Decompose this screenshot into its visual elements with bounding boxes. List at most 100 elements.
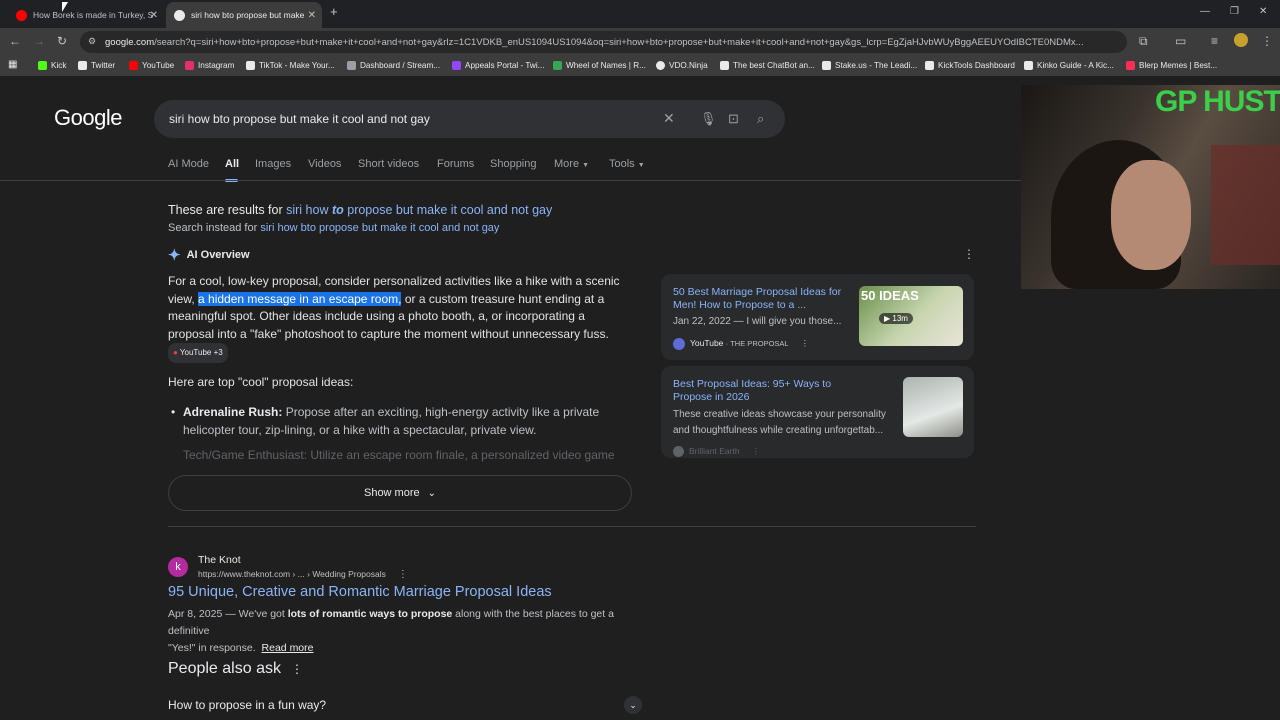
- bookmark-wheel-of-names[interactable]: Wheel of Names | R...: [553, 61, 646, 70]
- tab-strip: How Borek is made in Turkey, S ✕ siri ho…: [0, 0, 1280, 28]
- reload-icon[interactable]: ↻: [57, 34, 67, 48]
- mouse-cursor-icon: [62, 2, 68, 12]
- search-query[interactable]: siri how bto propose but make it cool an…: [169, 112, 430, 126]
- bookmark-kicktools[interactable]: KickTools Dashboard: [925, 61, 1015, 70]
- tab-short-videos[interactable]: Short videos: [358, 158, 419, 170]
- result-site-name[interactable]: The Knot: [198, 554, 241, 566]
- search-icon[interactable]: ⌕: [757, 111, 764, 127]
- address-bar[interactable]: ⚙ google.com/search?q=siri+how+bto+propo…: [80, 31, 1127, 53]
- chevron-down-icon: ▼: [637, 162, 645, 169]
- more-options-icon[interactable]: ⋮: [398, 569, 408, 580]
- microphone-icon[interactable]: 🎙︎: [700, 111, 717, 127]
- chevron-down-icon[interactable]: ⌄: [624, 696, 642, 714]
- wheel-icon: [553, 61, 562, 70]
- browser-tab-2[interactable]: siri how bto propose but make ✕: [166, 2, 322, 28]
- twitch-icon: [452, 61, 461, 70]
- lens-icon[interactable]: ⊡: [728, 111, 739, 127]
- result-title-link[interactable]: 95 Unique, Creative and Romantic Marriag…: [168, 584, 552, 600]
- bookmark-blerp[interactable]: Blerp Memes | Best...: [1126, 61, 1217, 70]
- site-info-icon[interactable]: ⚙: [88, 36, 96, 47]
- streamer-face: [1111, 160, 1191, 270]
- ai-overview-menu-icon[interactable]: ⋮: [963, 247, 975, 261]
- chatbot-icon: [720, 61, 729, 70]
- list-item: • Adrenaline Rush: Propose after an exci…: [171, 405, 600, 437]
- result-snippet: Apr 8, 2025 — We've got lots of romantic…: [168, 608, 614, 654]
- tab-all[interactable]: All: [225, 158, 239, 170]
- video-source-card[interactable]: 50 Best Marriage Proposal Ideas for Men!…: [661, 274, 974, 360]
- card-snippet: Jan 22, 2022 — I will give you those...: [673, 316, 842, 327]
- corrected-query-link[interactable]: siri how to propose but make it cool and…: [286, 203, 552, 217]
- tab-close-icon[interactable]: ✕: [308, 10, 316, 21]
- more-options-icon[interactable]: ⋮: [752, 444, 761, 460]
- menu-icon[interactable]: ⋮: [1261, 34, 1273, 48]
- divider: [168, 526, 976, 527]
- profile-avatar[interactable]: [1234, 33, 1248, 47]
- google-favicon-icon: [174, 9, 185, 21]
- card-snippet: These creative ideas showcase your perso…: [673, 409, 886, 420]
- source-chip[interactable]: ● YouTube +3: [168, 343, 228, 363]
- more-options-icon[interactable]: ⋮: [291, 662, 303, 676]
- kick-icon: [38, 61, 47, 70]
- paa-question[interactable]: How to propose in a fun way? ⌄: [168, 696, 648, 716]
- minimize-icon[interactable]: —: [1200, 6, 1210, 17]
- tab-shopping[interactable]: Shopping: [490, 158, 537, 170]
- clear-icon[interactable]: ✕: [663, 110, 675, 127]
- bookmark-dashboard[interactable]: Dashboard / Stream...: [347, 61, 440, 70]
- instagram-icon: [185, 61, 194, 70]
- extensions-icon[interactable]: ⧉: [1139, 34, 1148, 49]
- card-snippet: and thoughtfulness while creating unforg…: [673, 425, 884, 436]
- duration-badge: ▶ 13m: [879, 313, 913, 324]
- result-url[interactable]: https://www.theknot.com › ... › Wedding …: [198, 569, 408, 580]
- show-more-button[interactable]: Show more ⌄: [168, 475, 632, 511]
- maximize-icon[interactable]: ❐: [1230, 6, 1239, 17]
- youtube-favicon-icon: [16, 9, 27, 21]
- bookmark-youtube[interactable]: YouTube: [129, 61, 174, 70]
- tab-tools[interactable]: Tools ▼: [609, 158, 645, 170]
- new-tab-button[interactable]: +: [330, 4, 338, 19]
- url-path: /search?q=siri+how+bto+propose+but+make+…: [154, 36, 1084, 48]
- article-thumbnail[interactable]: [903, 377, 963, 437]
- channel-brand-text: GP HUSTLA: [1155, 85, 1280, 118]
- tab-forums[interactable]: Forums: [437, 158, 474, 170]
- more-options-icon[interactable]: ⋮: [801, 336, 810, 352]
- bookmark-twitter[interactable]: Twitter: [78, 61, 115, 70]
- ai-sparkle-icon: ✦: [168, 247, 181, 264]
- search-instead: Search instead for siri how bto propose …: [168, 222, 500, 234]
- webcam-overlay: GP HUSTLA: [1021, 85, 1280, 289]
- article-source-card[interactable]: Best Proposal Ideas: 95+ Ways to Propose…: [661, 366, 974, 458]
- people-also-ask-heading: People also ask ⋮: [168, 660, 303, 677]
- browser-tab-1[interactable]: How Borek is made in Turkey, S ✕: [8, 2, 164, 28]
- ai-overview-header: ✦ AI Overview: [168, 247, 250, 264]
- bookmark-stake[interactable]: Stake.us - The Leadi...: [822, 61, 917, 70]
- bookmark-tiktok[interactable]: TikTok - Make Your...: [246, 61, 335, 70]
- tab-ai-mode[interactable]: AI Mode: [168, 158, 209, 170]
- bookmark-instagram[interactable]: Instagram: [185, 61, 234, 70]
- card-title[interactable]: Best Proposal Ideas: 95+ Ways to Propose…: [673, 378, 863, 404]
- apps-grid-icon[interactable]: ▦: [8, 59, 17, 70]
- spelling-correction: These are results for siri how to propos…: [168, 203, 553, 217]
- back-icon[interactable]: ←: [9, 34, 21, 48]
- tab-images[interactable]: Images: [255, 158, 291, 170]
- bookmark-kick[interactable]: Kick: [38, 61, 66, 70]
- media-icon[interactable]: ≡: [1211, 34, 1218, 48]
- dashboard-icon: [347, 61, 356, 70]
- blerp-icon: [1126, 61, 1135, 70]
- read-more-link[interactable]: Read more: [262, 642, 314, 654]
- card-title[interactable]: 50 Best Marriage Proposal Ideas for Men!…: [673, 286, 848, 312]
- tab-videos[interactable]: Videos: [308, 158, 341, 170]
- tab-close-icon[interactable]: ✕: [150, 10, 158, 21]
- forward-icon[interactable]: →: [33, 34, 45, 48]
- cast-icon[interactable]: ▭: [1175, 34, 1186, 48]
- google-logo[interactable]: Google: [54, 105, 122, 131]
- bookmark-vdo-ninja[interactable]: VDO.Ninja: [656, 61, 708, 70]
- chevron-down-icon: ⌄: [427, 487, 437, 499]
- bookmark-appeals[interactable]: Appeals Portal - Twi...: [452, 61, 544, 70]
- search-box[interactable]: siri how bto propose but make it cool an…: [154, 100, 785, 138]
- close-window-icon[interactable]: ✕: [1259, 6, 1267, 17]
- original-query-link[interactable]: siri how bto propose but make it cool an…: [260, 222, 499, 234]
- bookmark-chatbot[interactable]: The best ChatBot an...: [720, 61, 815, 70]
- bullet: •: [171, 405, 176, 419]
- bookmark-kinko[interactable]: Kinko Guide - A Kic...: [1024, 61, 1114, 70]
- video-thumbnail[interactable]: 50 IDEAS ▶ 13m: [859, 286, 963, 346]
- tab-more[interactable]: More ▼: [554, 158, 589, 170]
